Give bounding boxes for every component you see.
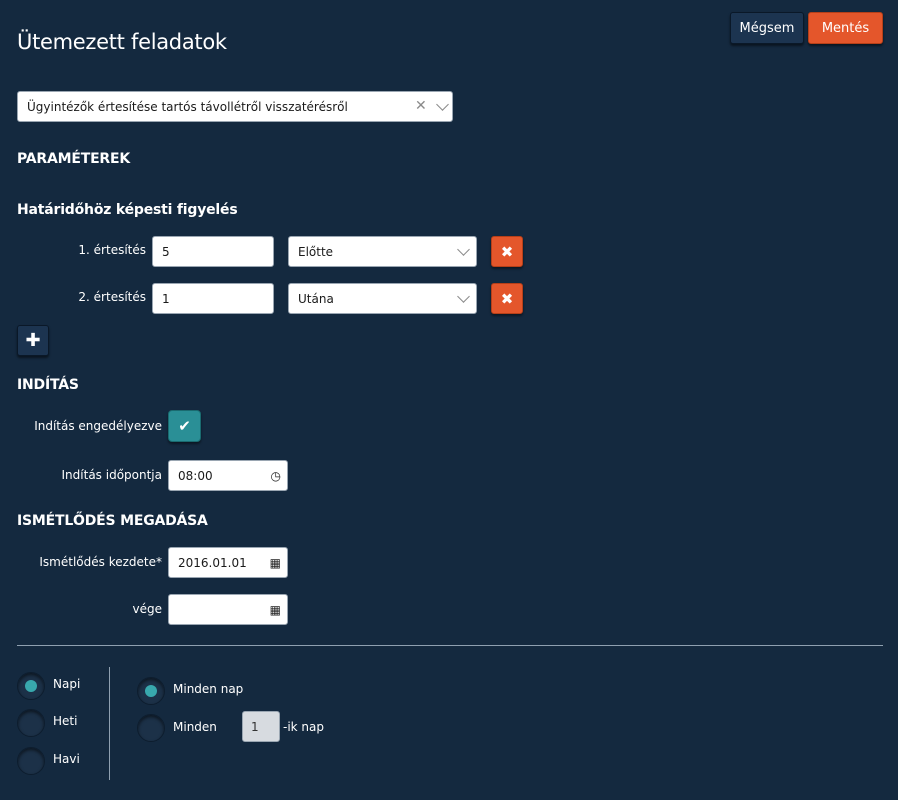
notification-2-value: 1: [162, 292, 170, 306]
radio-every-n-days-label: Minden: [173, 720, 217, 734]
save-button[interactable]: Mentés: [808, 12, 883, 44]
radio-weekly-label: Heti: [53, 714, 78, 728]
column-divider: [109, 667, 110, 780]
chevron-down-icon[interactable]: [436, 98, 449, 111]
notification-2-mode-select[interactable]: Utána: [288, 283, 477, 314]
start-enabled-label: Indítás engedélyezve: [34, 419, 162, 433]
section-divider: [17, 645, 883, 646]
task-select[interactable]: Ügyintézők értesítése tartós távollétről…: [17, 91, 453, 122]
cancel-button[interactable]: Mégsem: [730, 12, 804, 44]
radio-every-day[interactable]: [137, 677, 165, 705]
notification-1-mode: Előtte: [298, 245, 334, 259]
close-icon: ✖: [500, 242, 514, 261]
repeat-start-input[interactable]: 2016.01.01 ▦: [168, 547, 288, 578]
calendar-icon[interactable]: ▦: [270, 603, 281, 617]
params-heading: PARAMÉTEREK: [17, 151, 131, 167]
plus-icon: ✚: [25, 330, 41, 351]
notification-2-value-input[interactable]: 1: [152, 283, 274, 314]
every-n-days-suffix: -ik nap: [283, 720, 325, 734]
remove-notification-2-button[interactable]: ✖: [491, 283, 523, 314]
start-enabled-checkbox[interactable]: ✔: [168, 410, 201, 442]
notification-1-mode-select[interactable]: Előtte: [288, 236, 477, 267]
start-time-label: Indítás időpontja: [61, 468, 162, 482]
radio-every-day-label: Minden nap: [173, 682, 244, 696]
close-icon[interactable]: ✕: [415, 98, 427, 114]
radio-daily[interactable]: [17, 672, 45, 700]
check-icon: ✔: [178, 417, 191, 435]
radio-monthly-label: Havi: [53, 752, 80, 766]
clock-icon[interactable]: ◷: [271, 469, 281, 483]
repeat-start-label: Ismétlődés kezdete*: [39, 555, 162, 569]
notification-2-label: 2. értesítés: [78, 290, 146, 304]
repeat-heading: ISMÉTLŐDÉS MEGADÁSA: [17, 513, 208, 529]
radio-monthly[interactable]: [17, 747, 45, 775]
every-n-days-value: 1: [251, 720, 259, 734]
calendar-icon[interactable]: ▦: [270, 556, 281, 570]
notification-1-value: 5: [162, 245, 170, 259]
every-n-days-input[interactable]: 1: [242, 711, 280, 742]
radio-weekly[interactable]: [17, 709, 45, 737]
start-heading: INDÍTÁS: [17, 377, 79, 393]
task-select-value: Ügyintézők értesítése tartós távollétről…: [27, 100, 348, 114]
notification-2-mode: Utána: [298, 292, 334, 306]
remove-notification-1-button[interactable]: ✖: [491, 236, 523, 267]
add-notification-button[interactable]: ✚: [17, 325, 49, 356]
page-title: Ütemezett feladatok: [17, 30, 227, 54]
start-time-input[interactable]: 08:00 ◷: [168, 460, 288, 491]
radio-every-n-days[interactable]: [137, 714, 165, 742]
chevron-down-icon: [457, 243, 470, 256]
close-icon: ✖: [500, 289, 514, 308]
repeat-start-value: 2016.01.01: [178, 556, 247, 570]
params-subheading: Határidőhöz képesti figyelés: [17, 202, 238, 218]
radio-daily-label: Napi: [53, 677, 81, 691]
start-time-value: 08:00: [178, 469, 213, 483]
notification-1-value-input[interactable]: 5: [152, 236, 274, 267]
chevron-down-icon: [457, 290, 470, 303]
notification-1-label: 1. értesítés: [78, 243, 146, 257]
repeat-end-input[interactable]: ▦: [168, 594, 288, 625]
repeat-end-label: vége: [132, 602, 162, 616]
